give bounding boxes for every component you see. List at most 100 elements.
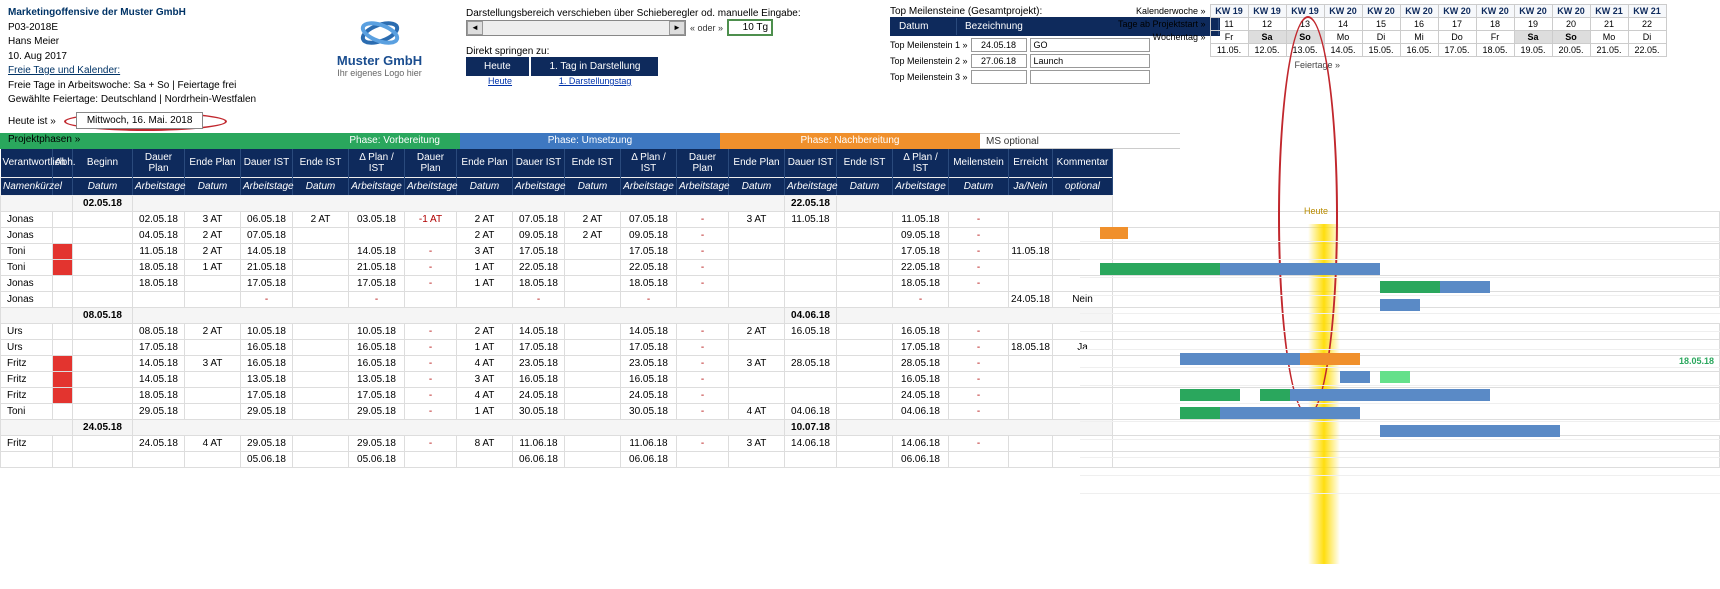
logo-subtext: Ihr eigenes Logo hier [337,68,422,78]
milestone2-date[interactable] [971,54,1027,68]
col-header: Kommentar [1053,149,1113,178]
calendar-header: Kalenderwoche »KW 19KW 19KW 19KW 20KW 20… [1080,4,1720,57]
jump-firstday-button[interactable]: 1. Tag in Darstellung [531,57,658,76]
cal-cell: 12 [1248,18,1286,31]
project-title: Marketingoffensive der Muster GmbH [8,6,293,21]
scroll-left-icon[interactable]: ◄ [467,21,483,35]
cal-cell: KW 20 [1362,5,1400,18]
cal-cell: 18.05. [1476,44,1514,57]
cal-cell: Di [1362,31,1400,44]
col-header: Dauer Plan [405,149,457,178]
col-header: Δ Plan / IST [349,149,405,178]
cal-cell: 18 [1476,18,1514,31]
free-days-link[interactable]: Freie Tage und Kalender: [8,64,293,79]
col-header: Dauer Plan [677,149,729,178]
today-link[interactable]: Heute [488,76,512,86]
cal-cell: Sa [1514,31,1552,44]
cal-cell: Fr [1210,31,1248,44]
gantt-bar [1220,263,1380,275]
holidays-label: Feiertage » [1294,60,1340,70]
col-header: Δ Plan / IST [621,149,677,178]
milestone-date-header: Datum [891,18,957,35]
cal-cell: 19.05. [1514,44,1552,57]
cal-cell: 16 [1400,18,1438,31]
cal-cell: 12.05. [1248,44,1286,57]
free-days-text: Freie Tage in Arbeitswoche: Sa + So | Fe… [8,79,293,94]
today-value: Mittwoch, 16. Mai. 2018 [76,112,204,129]
cal-cell: So [1286,31,1324,44]
cal-cell: 13 [1286,18,1324,31]
col-header: Ende Plan [185,149,241,178]
jump-label: Direkt springen zu: [466,46,866,57]
col-header: Dauer Plan [133,149,185,178]
cal-cell: 17.05. [1438,44,1476,57]
cal-cell: Mo [1324,31,1362,44]
cal-cell: KW 19 [1210,5,1248,18]
phase-ms-optional: MS optional [980,133,1180,149]
cal-cell: 19 [1514,18,1552,31]
cal-cell: KW 20 [1476,5,1514,18]
cal-cell: KW 19 [1248,5,1286,18]
project-code: P03-2018E [8,21,293,36]
col-header: Ende IST [293,149,349,178]
scroll-label: Darstellungsbereich verschieben über Sch… [466,8,866,19]
gantt-bar [1180,389,1240,401]
cal-cell: KW 21 [1628,5,1666,18]
cal-cell: KW 21 [1590,5,1628,18]
cal-cell: So [1552,31,1590,44]
milestone3-desc[interactable] [1030,70,1150,84]
cal-cell: 20 [1552,18,1590,31]
gantt-bar [1180,407,1220,419]
cal-cell: Fr [1476,31,1514,44]
gantt-bar [1440,281,1490,293]
col-header: Dauer IST [241,149,293,178]
cal-cell: Sa [1248,31,1286,44]
gantt-bar [1380,299,1420,311]
col-header: Meilenstein [949,149,1009,178]
milestone-marker: 18.05.18 [1679,356,1714,366]
firstday-link[interactable]: 1. Darstellungstag [559,76,632,86]
cal-cell: 17 [1438,18,1476,31]
cal-cell: Mo [1590,31,1628,44]
phase-impl: Phase: Umsetzung [460,133,720,149]
col-header: Ende IST [565,149,621,178]
oder-label: « oder » [690,23,723,33]
cal-cell: 22.05. [1628,44,1666,57]
gantt-bar [1260,389,1290,401]
gantt-bar [1380,425,1560,437]
cal-cell: 13.05. [1286,44,1324,57]
days-input[interactable]: 10 Tg [727,19,773,36]
cal-cell: KW 20 [1552,5,1590,18]
phase-post: Phase: Nachbereitung [720,133,980,149]
scroll-right-icon[interactable]: ► [669,21,685,35]
cal-cell: KW 20 [1438,5,1476,18]
cal-cell: 15.05. [1362,44,1400,57]
cal-cell: 14 [1324,18,1362,31]
phases-label: Projektphasen » [8,134,80,145]
cal-cell: 14.05. [1324,44,1362,57]
gantt-chart: Heute 18.05.18 [1080,224,1720,494]
logo-text: Muster GmbH [317,53,442,68]
milestone3-date[interactable] [971,70,1027,84]
cal-cell: Di [1628,31,1666,44]
gantt-bar [1340,371,1370,383]
cal-cell: 11 [1210,18,1248,31]
cal-cell: KW 20 [1400,5,1438,18]
gantt-bar [1380,371,1410,383]
gantt-bar [1100,227,1128,239]
col-header: Verantwortlich [1,149,53,178]
gantt-bar [1290,389,1490,401]
gantt-bar [1220,407,1360,419]
holidays-text: Gewählte Feiertage: Deutschland | Nordrh… [8,93,293,108]
jump-today-button[interactable]: Heute [466,57,529,76]
col-header: Ende Plan [729,149,785,178]
cal-cell: KW 19 [1286,5,1324,18]
milestone3-label: Top Meilenstein 3 » [890,72,968,82]
gantt-today-label: Heute [1304,206,1328,216]
col-header: Δ Plan / IST [893,149,949,178]
project-date: 10. Aug 2017 [8,50,293,65]
cal-cell: Do [1438,31,1476,44]
milestone1-date[interactable] [971,38,1027,52]
view-scrollbar[interactable]: ◄ ► [466,20,686,36]
milestone1-label: Top Meilenstein 1 » [890,40,968,50]
